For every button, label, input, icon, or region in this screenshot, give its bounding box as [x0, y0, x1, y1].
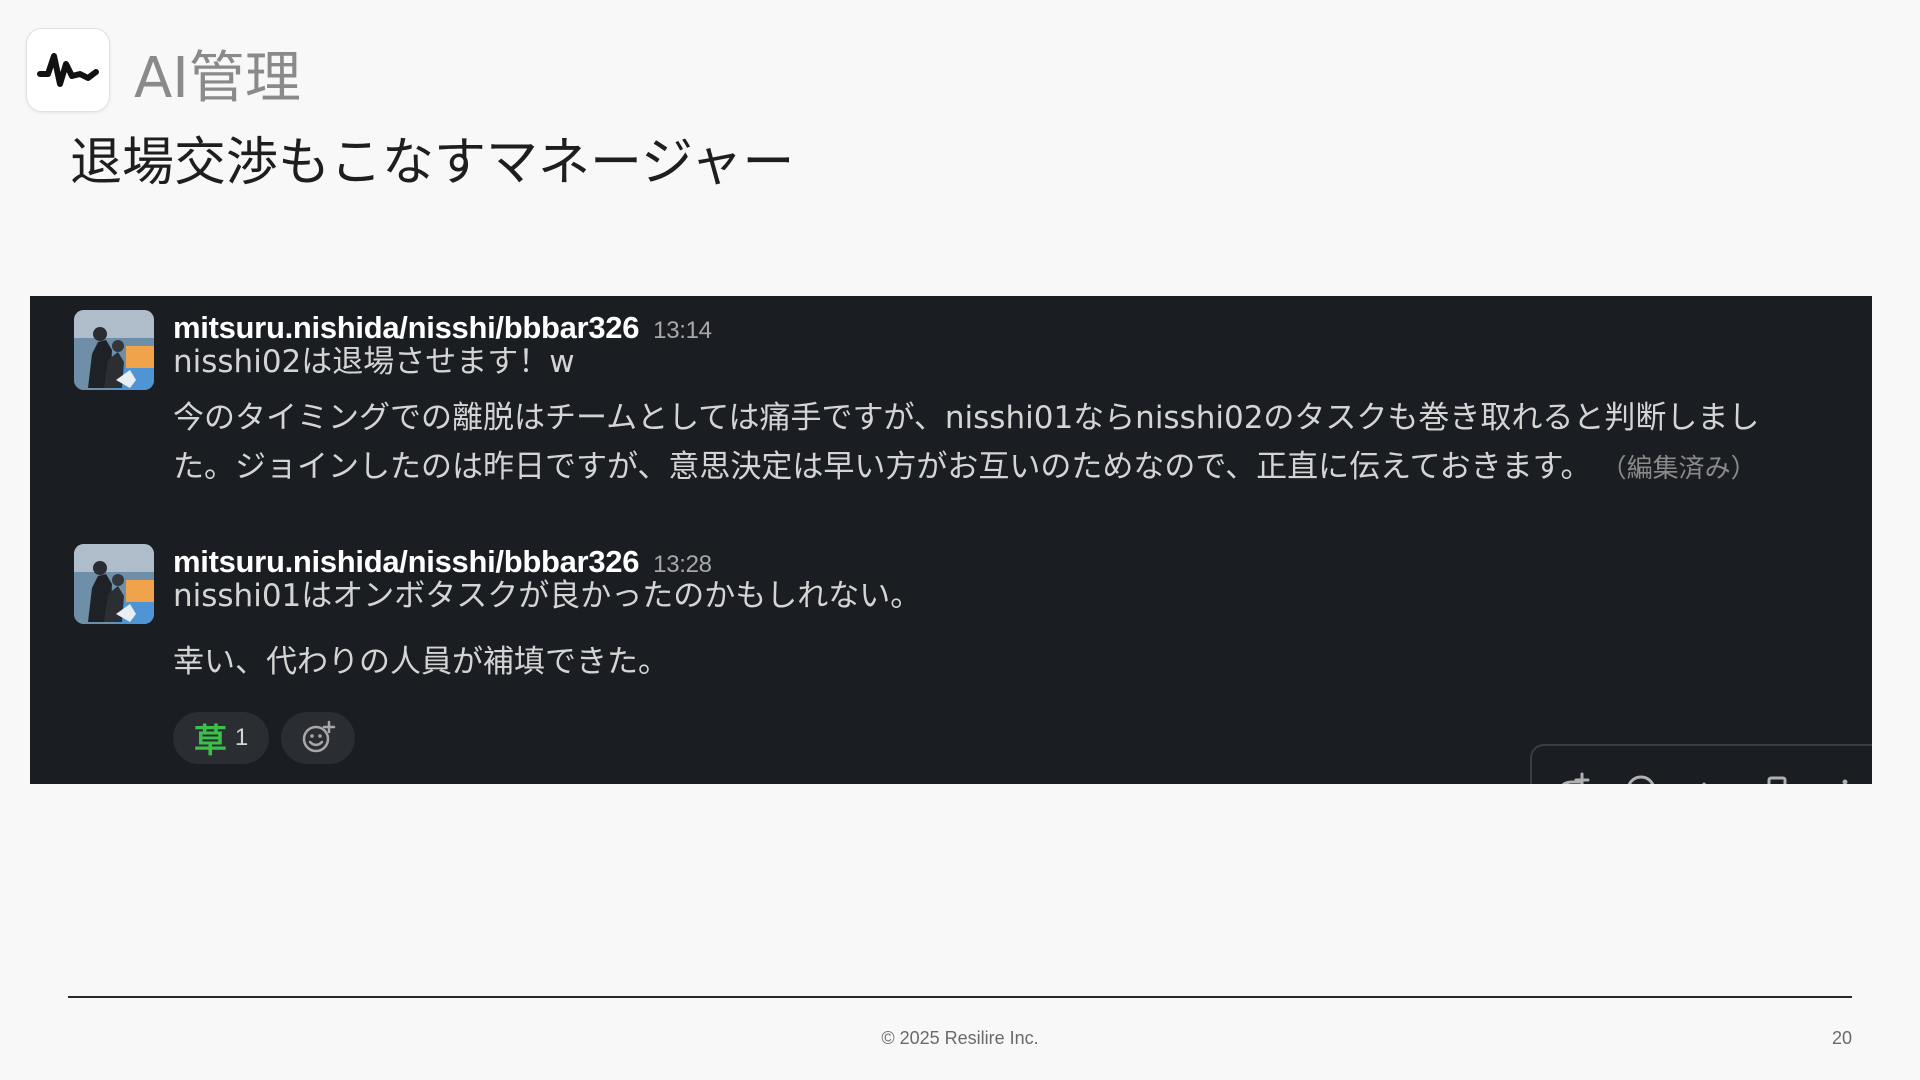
copyright-text: © 2025 Resilire Inc.: [881, 1028, 1039, 1048]
chat-screenshot: mitsuru.nishida/nisshi/bbbar326 13:14 nis…: [30, 296, 1872, 784]
avatar[interactable]: [74, 544, 154, 624]
bookmark-icon[interactable]: [1760, 770, 1794, 784]
share-icon[interactable]: [1692, 770, 1726, 784]
edited-label: （編集済み）: [1613, 454, 1757, 484]
slide-subtitle: 退場交渉もこなすマネージャー: [70, 133, 795, 193]
more-actions-icon[interactable]: [1828, 770, 1862, 784]
message-timestamp[interactable]: 13:14: [653, 317, 712, 344]
footer-divider: [68, 996, 1852, 998]
reaction-pill[interactable]: 草 1: [173, 712, 269, 764]
avatar-photo-icon: [74, 544, 154, 624]
message-text: nisshi01はオンボタスクが良かったのかもしれない。: [173, 578, 922, 614]
message-actions-toolbar: [1530, 744, 1872, 784]
avatar[interactable]: [74, 310, 154, 390]
reaction-bar: 草 1: [173, 712, 355, 764]
message-text: た。ジョインしたのは昨日ですが、意思決定は早い方がお互いのためなので、正直に伝え…: [173, 449, 1592, 485]
resilire-logo: [26, 28, 110, 112]
add-reaction-icon: [302, 720, 336, 753]
message-text: nisshi02は退場させます！w: [173, 344, 575, 380]
reaction-count: 1: [234, 724, 249, 751]
message-text-line: た。ジョインしたのは昨日ですが、意思決定は早い方がお互いのためなので、正直に伝え…: [173, 443, 1757, 494]
reply-thread-icon[interactable]: [1624, 770, 1658, 784]
grass-emoji-icon: 草: [193, 721, 227, 760]
add-reaction-button[interactable]: [281, 712, 355, 764]
waveform-icon: [37, 53, 99, 87]
add-reaction-icon[interactable]: [1556, 770, 1590, 784]
avatar-photo-icon: [74, 310, 154, 390]
message-text: 今のタイミングでの離脱はチームとしては痛手ですが、nisshi01ならnissh…: [173, 400, 1760, 436]
message-text: 幸い、代わりの人員が補填できた。: [173, 644, 669, 680]
page-number: 20: [1831, 1028, 1852, 1048]
section-title: AI管理: [134, 46, 301, 111]
